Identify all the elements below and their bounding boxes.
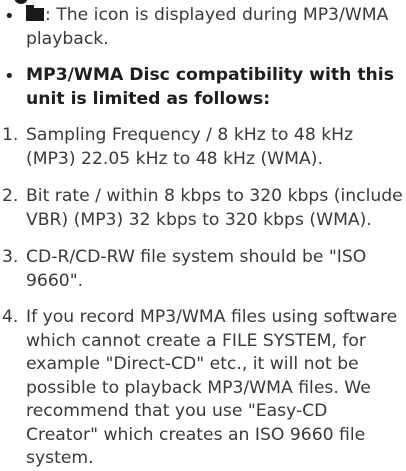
item-text: Sampling Frequency / 8 kHz to 48 kHz (MP… <box>26 125 354 169</box>
item-number: 2. <box>2 186 19 206</box>
item-text: CD-R/CD-RW file system should be "ISO 96… <box>26 247 367 291</box>
icon-bullet-text: : The icon is displayed during MP3/WMA p… <box>26 4 401 51</box>
icon-description: : The icon is displayed during MP3/WMA p… <box>26 5 389 49</box>
item-text: Bit rate / within 8 kbps to 320 kbps (in… <box>26 186 403 230</box>
bullet-dot: • <box>4 66 15 87</box>
compat-heading: MP3/WMA Disc compatibility with this uni… <box>26 65 394 109</box>
item-text: If you record MP3/WMA files using softwa… <box>26 307 398 468</box>
item-number: 1. <box>2 125 19 145</box>
item-number: 4. <box>2 307 19 327</box>
bullet-dot: • <box>4 6 15 27</box>
folder-icon <box>26 5 44 21</box>
item-number: 3. <box>2 247 19 267</box>
